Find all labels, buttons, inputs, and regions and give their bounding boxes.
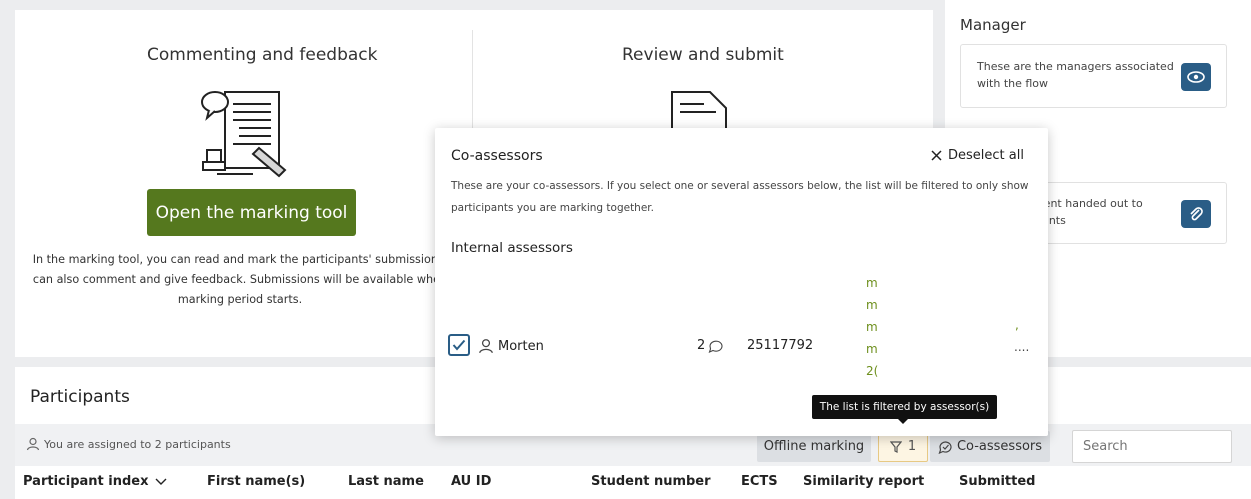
filter-icon [889,440,902,453]
column-last-name[interactable]: Last name [348,474,424,489]
eye-icon [1187,71,1205,83]
assessor-fragment-comma: , [1015,318,1019,332]
internal-assessors-heading: Internal assessors [451,240,573,256]
checkmark-icon [452,339,466,351]
column-ects[interactable]: ECTS [741,474,778,489]
person-icon [26,437,40,451]
close-icon [931,150,942,161]
column-au-id[interactable]: AU ID [451,474,491,489]
deselect-all-button[interactable]: Deselect all [931,148,1024,163]
comment-icon [708,340,723,353]
commenting-title: Commenting and feedback [147,45,378,65]
popover-description: These are your co-assessors. If you sele… [451,180,1029,214]
assessor-number: 25117792 [747,338,814,353]
search-input[interactable] [1072,430,1232,463]
column-participant-index[interactable]: Participant index [23,474,167,489]
document-icon [671,91,727,130]
filter-tooltip: The list is filtered by assessor(s) [812,395,997,424]
assessor-name: Morten [478,338,544,354]
popover-title: Co-assessors [451,148,543,164]
manager-description: These are the managers associated with t… [977,60,1174,90]
assessor-checkbox[interactable] [448,334,470,356]
open-marking-tool-button[interactable]: Open the marking tool [147,189,356,236]
assessor-comment-count: 2 [697,338,724,353]
manager-title: Manager [960,16,1026,34]
check-comment-icon [938,441,952,454]
assessor-fragments: m m m m 2( [866,276,879,378]
assigned-info: You are assigned to 2 participants [26,437,231,451]
paperclip-icon [1190,207,1203,221]
column-first-name[interactable]: First name(s) [207,474,305,489]
filter-count: 1 [907,439,917,454]
assessor-more-dots: .... [1014,340,1030,354]
column-student-number[interactable]: Student number [591,474,711,489]
speech-document-icon [201,91,287,178]
column-submitted[interactable]: Submitted [959,474,1035,489]
commenting-description: In the marking tool, you can read and ma… [32,253,448,306]
person-icon [479,339,493,354]
column-similarity-report[interactable]: Similarity report [803,474,924,489]
view-assignment-button[interactable] [1181,200,1211,228]
view-managers-button[interactable] [1181,63,1211,91]
review-title: Review and submit [622,45,784,65]
chevron-down-icon [155,478,166,485]
participants-title: Participants [30,387,130,407]
